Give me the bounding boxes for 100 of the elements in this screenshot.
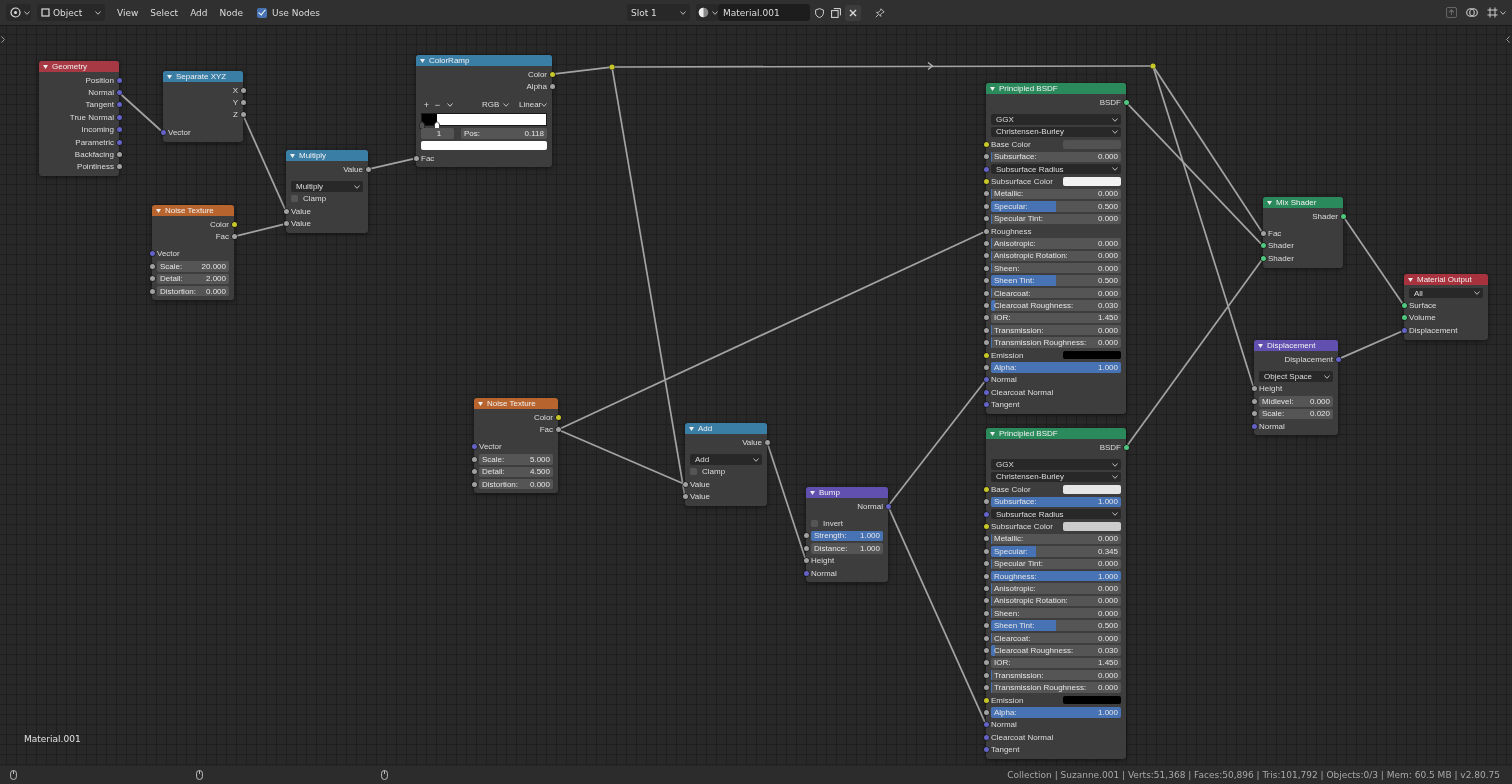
dropdown[interactable]: All	[1409, 288, 1483, 299]
node-socket[interactable]	[803, 558, 809, 564]
node-socket[interactable]	[983, 697, 989, 703]
node-link[interactable]	[559, 429, 684, 485]
node-socket[interactable]	[983, 660, 989, 666]
node-socket[interactable]	[983, 536, 989, 542]
node-socket[interactable]	[983, 141, 989, 147]
node-link[interactable]	[559, 231, 985, 430]
node-link[interactable]	[120, 93, 162, 132]
node-socket[interactable]	[1401, 327, 1407, 333]
node-socket[interactable]	[983, 216, 989, 222]
collapse-icon[interactable]	[167, 74, 172, 79]
node-socket[interactable]	[1251, 423, 1257, 429]
node-socket[interactable]	[885, 503, 891, 509]
node-socket[interactable]	[983, 340, 989, 346]
mode-dropdown[interactable]: Object	[37, 4, 105, 21]
node-socket[interactable]	[549, 71, 555, 77]
collapse-icon[interactable]	[420, 58, 425, 63]
node-socket[interactable]	[983, 561, 989, 567]
value-slider[interactable]: Subsurface: 1.000	[991, 496, 1121, 507]
node-socket[interactable]	[983, 315, 989, 321]
node-link[interactable]	[1152, 67, 1255, 388]
value-slider[interactable]: Specular: 0.500	[991, 201, 1121, 212]
reroute-node[interactable]	[609, 64, 615, 70]
collapse-icon[interactable]	[43, 64, 48, 69]
node-link[interactable]	[1127, 103, 1262, 245]
node-socket[interactable]	[803, 545, 809, 551]
node-socket[interactable]	[983, 241, 989, 246]
menu-item[interactable]: View	[111, 5, 145, 20]
stop-index-field[interactable]: 1	[421, 128, 454, 139]
node-socket[interactable]	[983, 166, 989, 172]
node-socket[interactable]	[549, 84, 555, 90]
value-slider[interactable]: Strength: 1.000	[811, 530, 883, 542]
node-socket[interactable]	[116, 152, 122, 158]
collapse-icon[interactable]	[1267, 200, 1272, 205]
number-field[interactable]: Pos: 0.118	[461, 128, 547, 139]
node-socket[interactable]	[983, 524, 989, 530]
number-field[interactable]: Scale: 0.020	[1259, 408, 1333, 419]
node-socket[interactable]	[983, 364, 989, 370]
color-swatch[interactable]	[1063, 522, 1121, 531]
node-socket[interactable]	[240, 100, 246, 106]
node-socket[interactable]	[983, 377, 989, 383]
collapse-icon[interactable]	[1258, 343, 1263, 348]
menu-item[interactable]: Select	[144, 5, 185, 20]
node-socket[interactable]	[1251, 386, 1257, 392]
checkbox[interactable]	[811, 520, 818, 528]
dropdown[interactable]: Add	[690, 454, 762, 465]
node-socket[interactable]	[983, 548, 989, 554]
node-socket[interactable]	[116, 90, 122, 96]
number-field[interactable]: Scale: 5.000	[479, 454, 553, 465]
node-socket[interactable]	[160, 129, 166, 135]
collapse-icon[interactable]	[990, 86, 995, 91]
node-socket[interactable]	[803, 533, 809, 539]
node-socket[interactable]	[240, 112, 246, 118]
node-socket[interactable]	[983, 598, 989, 604]
node-socket[interactable]	[983, 647, 989, 653]
node-socket[interactable]	[983, 499, 989, 505]
node-socket[interactable]	[1251, 398, 1257, 404]
collapse-icon[interactable]	[478, 401, 483, 406]
node-socket[interactable]	[983, 327, 989, 333]
collapse-icon[interactable]	[290, 153, 295, 158]
node-socket[interactable]	[116, 114, 122, 120]
node-socket[interactable]	[983, 635, 989, 641]
node-socket[interactable]	[983, 511, 989, 517]
node-link[interactable]	[235, 223, 285, 237]
node-socket[interactable]	[983, 685, 989, 691]
color-swatch[interactable]	[1063, 695, 1121, 705]
node-socket[interactable]	[116, 139, 122, 145]
node-socket[interactable]	[116, 164, 122, 170]
collapse-icon[interactable]	[156, 208, 161, 213]
node-socket[interactable]	[1260, 243, 1266, 249]
node-socket[interactable]	[555, 427, 561, 433]
node-link[interactable]	[369, 157, 415, 170]
node-socket[interactable]	[983, 191, 989, 197]
number-field[interactable]: Distortion: 0.000	[479, 478, 553, 490]
node-socket[interactable]	[983, 179, 989, 185]
value-slider[interactable]: Anisotropic: 0.000	[991, 238, 1121, 249]
editor-type-button[interactable]	[6, 4, 31, 21]
node-socket[interactable]	[365, 166, 371, 172]
node-socket[interactable]	[983, 486, 989, 492]
number-field[interactable]: Detail: 4.500	[479, 466, 553, 477]
node-socket[interactable]	[555, 414, 561, 420]
node-socket[interactable]	[149, 288, 155, 294]
node-socket[interactable]	[116, 102, 122, 108]
node-socket[interactable]	[116, 77, 122, 83]
node-socket[interactable]	[983, 573, 989, 579]
node-link[interactable]	[553, 66, 611, 75]
node-socket[interactable]	[983, 734, 989, 740]
node-socket[interactable]	[231, 234, 237, 240]
node-link[interactable]	[1339, 330, 1403, 359]
collapse-icon[interactable]	[1408, 277, 1413, 282]
value-slider[interactable]: Transmission Roughness: 0.000	[991, 682, 1121, 693]
node-socket[interactable]	[983, 586, 989, 591]
node-socket[interactable]	[149, 276, 155, 282]
node-socket[interactable]	[240, 87, 246, 93]
node-socket[interactable]	[149, 263, 155, 269]
value-slider[interactable]: Sheen Tint: 0.500	[991, 275, 1121, 286]
node-socket[interactable]	[983, 610, 989, 616]
ramp-stop-handle[interactable]	[419, 120, 425, 129]
value-slider[interactable]: Clearcoat: 0.000	[991, 632, 1121, 644]
